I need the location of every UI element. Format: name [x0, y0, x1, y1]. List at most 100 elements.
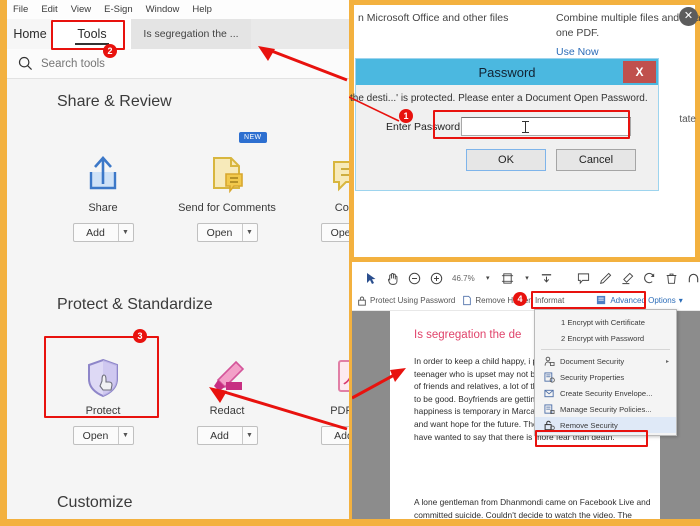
- send-comments-icon: [177, 134, 277, 196]
- tool-label-share: Share: [88, 202, 118, 214]
- tab-home[interactable]: Home: [7, 19, 53, 49]
- menu-item-encrypt-with-certificate-label: 1 Encrypt with Certificate: [561, 317, 645, 327]
- menu-item-create-security-envelope[interactable]: Create Security Envelope...: [535, 385, 676, 401]
- tool-label-send-for-comments: Send for Comments: [178, 202, 276, 214]
- password-dialog-message: the desti...' is protected. Please enter…: [350, 93, 648, 104]
- password-prompt-window: n Microsoft Office and other files Combi…: [349, 0, 700, 262]
- protect-using-password-button[interactable]: Protect Using Password: [356, 295, 455, 306]
- pen-icon[interactable]: [599, 271, 612, 285]
- menu-item-create-security-envelope-label: Create Security Envelope...: [560, 388, 653, 398]
- menu-item-security-properties[interactable]: Security Properties: [535, 369, 676, 385]
- share-add-button[interactable]: Add ▼: [72, 223, 134, 242]
- document-paragraph-2: A lone gentleman from Dhanmondi came on …: [414, 497, 651, 520]
- zoom-out-icon[interactable]: [408, 271, 421, 285]
- cancel-button[interactable]: Cancel: [556, 149, 636, 171]
- protect-open-button[interactable]: Open ▼: [72, 426, 134, 445]
- close-icon[interactable]: ✕: [679, 7, 698, 26]
- screenshot-root: File Edit View E-Sign Window Help Home T…: [0, 0, 700, 526]
- cursor-select-icon[interactable]: [366, 271, 377, 285]
- tab-tools-label: Tools: [77, 27, 107, 41]
- protect-using-password-label: Protect Using Password: [370, 296, 456, 305]
- pdf-standards-add-button[interactable]: Add ▼: [320, 426, 349, 445]
- rotate-icon[interactable]: [687, 271, 700, 285]
- menu-item-view[interactable]: View: [71, 4, 91, 15]
- comment-bubble-icon: [301, 134, 349, 196]
- comment-open-button[interactable]: Open ▼: [320, 223, 349, 242]
- pdf-viewer-window: 46.7% ▾ ▾ Protect Using Password Remove …: [352, 262, 700, 526]
- chevron-down-icon[interactable]: ▼: [117, 224, 133, 241]
- zoom-level[interactable]: 46.7%: [452, 274, 475, 283]
- tool-card-share[interactable]: Share Add ▼: [53, 134, 153, 242]
- shield-icon: [53, 337, 153, 399]
- chevron-down-icon[interactable]: ▾: [679, 296, 683, 305]
- tool-card-send-for-comments[interactable]: NEW Send for Comments Open ▼: [177, 132, 277, 242]
- fit-width-icon[interactable]: [540, 271, 553, 285]
- chevron-down-icon[interactable]: ▼: [241, 224, 257, 241]
- search-input[interactable]: [41, 57, 241, 70]
- fit-page-icon[interactable]: [501, 271, 514, 285]
- advanced-options-menu: 1 Encrypt with Certificate 2 Encrypt wit…: [534, 309, 677, 436]
- chevron-down-icon[interactable]: ▼: [241, 427, 257, 444]
- policies-icon: [544, 403, 555, 415]
- menu-item-encrypt-with-certificate[interactable]: 1 Encrypt with Certificate: [535, 314, 676, 330]
- redact-add-button[interactable]: Add ▼: [196, 426, 258, 445]
- menu-item-edit[interactable]: Edit: [41, 4, 57, 15]
- menu-item-manage-security-policies[interactable]: Manage Security Policies...: [535, 401, 676, 417]
- protect-open-label: Open: [82, 429, 109, 442]
- tab-bar-filler: [251, 19, 349, 49]
- marker-4: 4: [513, 292, 527, 306]
- comment-open-label: Open: [330, 226, 349, 239]
- password-field-label: Enter Password:: [386, 121, 464, 133]
- menu-item-file[interactable]: File: [13, 4, 28, 15]
- chevron-down-icon[interactable]: ▼: [117, 427, 133, 444]
- password-dialog-close-button[interactable]: X: [623, 61, 656, 83]
- window-left-border: [0, 0, 7, 526]
- advanced-options-button[interactable]: Advanced Options ▾: [596, 295, 683, 306]
- unlock-icon: [544, 420, 555, 431]
- text-cursor-icon: [522, 121, 529, 133]
- tool-card-comment[interactable]: Comm Open ▼: [301, 134, 349, 242]
- menu-item-window[interactable]: Window: [146, 4, 180, 15]
- password-dialog: Password X the desti...' is protected. P…: [350, 58, 659, 191]
- tool-card-pdf-standards[interactable]: 人 PDF Sta Add ▼: [301, 337, 349, 445]
- pdf-standards-icon: 人: [301, 337, 349, 399]
- tool-card-protect[interactable]: Protect Open ▼: [53, 337, 153, 445]
- password-dialog-title: Password: [478, 64, 536, 80]
- use-now-link[interactable]: Use Now: [556, 46, 599, 58]
- marker-1: 1: [399, 109, 413, 123]
- delete-icon[interactable]: [665, 271, 678, 285]
- menu-item-encrypt-with-password[interactable]: 2 Encrypt with Password: [535, 330, 676, 346]
- marker-2: 2: [103, 44, 117, 58]
- tool-label-protect: Protect: [85, 405, 121, 417]
- highlight-icon[interactable]: [621, 271, 634, 285]
- user-lock-icon: [544, 356, 555, 367]
- menu-item-document-security[interactable]: Document Security ▸: [535, 353, 676, 369]
- menu-item-esign[interactable]: E-Sign: [104, 4, 133, 15]
- send-comments-open-button[interactable]: Open ▼: [196, 223, 258, 242]
- zoom-dropdown-icon[interactable]: ▾: [484, 271, 492, 285]
- hand-pan-icon[interactable]: [386, 271, 399, 285]
- document-heading: Is segregation the de: [414, 329, 522, 341]
- stamp-icon[interactable]: [643, 271, 656, 285]
- menu-item-remove-security[interactable]: Remove Security: [535, 417, 676, 433]
- properties-icon: [544, 371, 555, 383]
- advanced-options-label: Advanced Options: [610, 296, 676, 305]
- promo-left-text: n Microsoft Office and other files: [358, 12, 509, 24]
- tab-document[interactable]: Is segregation the ...: [131, 19, 251, 49]
- envelope-icon: [544, 388, 555, 399]
- tab-bar: Home Tools Is segregation the ...: [7, 19, 349, 49]
- menu-item-manage-security-policies-label: Manage Security Policies...: [560, 404, 652, 414]
- password-input[interactable]: [461, 117, 631, 136]
- search-row: [7, 49, 349, 79]
- menu-item-help[interactable]: Help: [192, 4, 212, 15]
- fit-dropdown-icon[interactable]: ▾: [523, 271, 531, 285]
- zoom-in-icon[interactable]: [430, 271, 443, 285]
- comment-icon[interactable]: [577, 271, 590, 285]
- acrobat-tools-window: File Edit View E-Sign Window Help Home T…: [0, 0, 349, 526]
- menu-separator: [541, 349, 670, 350]
- ok-button[interactable]: OK: [466, 149, 546, 171]
- password-dialog-body: the desti...' is protected. Please enter…: [350, 85, 658, 185]
- send-comments-open-label: Open: [206, 226, 233, 239]
- tab-tools[interactable]: Tools: [53, 19, 131, 49]
- tool-card-redact[interactable]: Redact Add ▼: [177, 337, 277, 445]
